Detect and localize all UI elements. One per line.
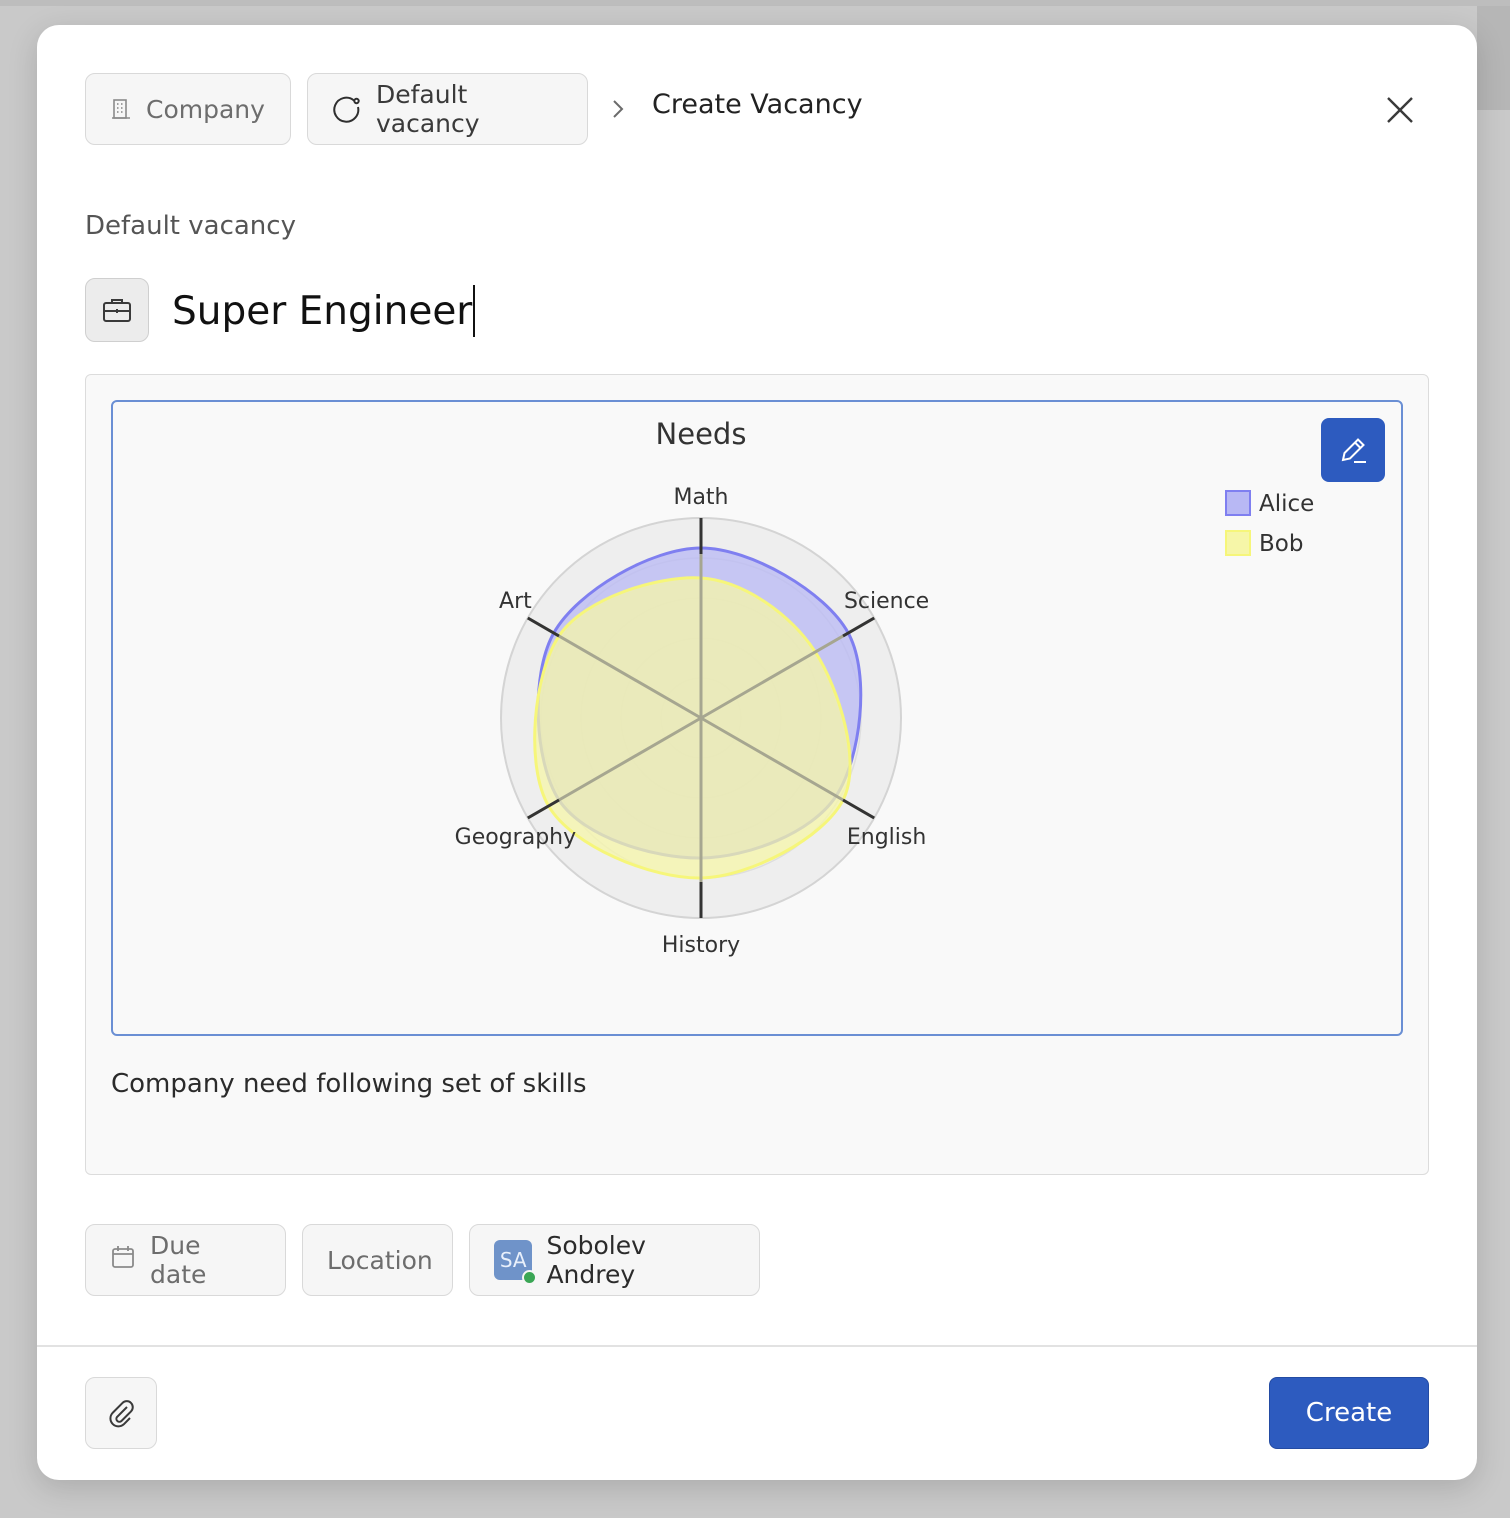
legend-swatch-alice: [1225, 490, 1251, 516]
radar-chart: Needs Math Science English History Geography…: [455, 417, 1315, 958]
radar-axis-label-english: English: [847, 825, 926, 850]
backdrop-top-bar: [0, 0, 1510, 6]
edit-chart-button[interactable]: [1321, 418, 1385, 482]
legend-label-alice: Alice: [1259, 491, 1314, 517]
vacancy-title-value: Super Engineer: [172, 288, 473, 334]
company-label: Company: [146, 94, 265, 124]
description-text: Company need following set of skills: [111, 1069, 587, 1099]
assignee-button[interactable]: SA Sobolev Andrey: [469, 1224, 760, 1296]
chart-title: Needs: [656, 417, 747, 451]
text-caret: [473, 285, 476, 337]
footer-divider: [37, 1345, 1477, 1347]
radar-axis-label-science: Science: [844, 589, 929, 614]
due-date-button[interactable]: Due date: [85, 1224, 286, 1296]
due-date-label: Due date: [150, 1231, 207, 1289]
paperclip-icon: [109, 1400, 134, 1428]
radar-axis-label-history: History: [662, 933, 740, 958]
vacancy-label: Default vacancy: [376, 80, 480, 138]
description-editor[interactable]: Needs Math Science English History Geography…: [85, 374, 1429, 1175]
chevron-right-icon: [607, 93, 635, 125]
pencil-icon: [1341, 438, 1366, 463]
create-vacancy-dialog: Company Default vacancy Create Vacancy D…: [37, 25, 1477, 1480]
chart-embed[interactable]: Needs Math Science English History Geography…: [111, 400, 1403, 1036]
vacancy-title-input[interactable]: Super Engineer: [172, 283, 1072, 339]
close-button[interactable]: [1377, 87, 1423, 133]
circle-refresh-icon: [332, 94, 362, 124]
radar-axis-label-art: Art: [499, 589, 532, 614]
online-status-dot: [522, 1270, 538, 1285]
calendar-icon: [110, 1244, 136, 1276]
briefcase-icon: [103, 299, 131, 322]
avatar-initials: SA: [499, 1248, 527, 1272]
legend-swatch-bob: [1225, 530, 1251, 556]
close-icon: [1387, 97, 1413, 123]
radar-axis-label-geography: Geography: [455, 825, 576, 850]
assignee-name: Sobolev Andrey: [546, 1231, 646, 1289]
vacancy-selector[interactable]: Default vacancy: [307, 73, 588, 145]
building-icon: [110, 98, 132, 120]
avatar: SA: [494, 1240, 538, 1285]
backdrop-right-panel: [1477, 6, 1510, 110]
attach-file-button[interactable]: [85, 1377, 157, 1449]
legend-label-bob: Bob: [1259, 531, 1303, 557]
create-button[interactable]: Create: [1269, 1377, 1429, 1449]
breadcrumb-current: Create Vacancy: [652, 89, 863, 120]
radar-axis-label-math: Math: [673, 485, 728, 510]
vacancy-type-label: Default vacancy: [85, 211, 296, 241]
company-selector[interactable]: Company: [85, 73, 291, 145]
location-label: Location: [327, 1245, 433, 1275]
briefcase-icon-button[interactable]: [85, 278, 149, 342]
location-button[interactable]: Location: [302, 1224, 453, 1296]
